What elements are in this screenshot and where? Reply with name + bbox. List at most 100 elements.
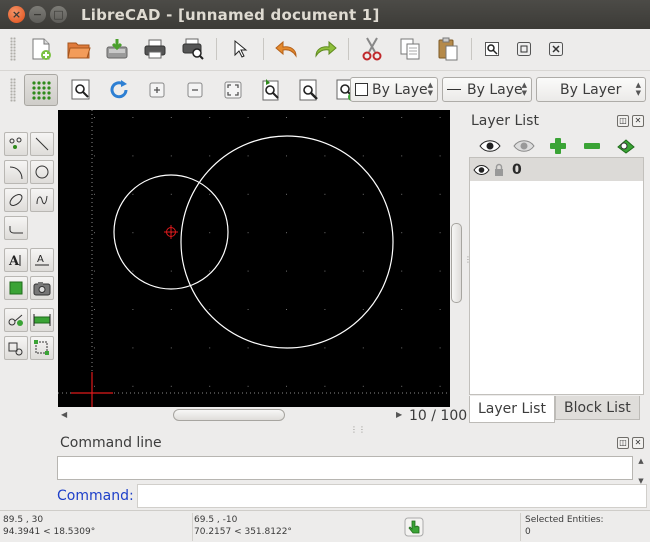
zoom-out-icon bbox=[187, 82, 203, 97]
hatch-tool-button[interactable] bbox=[4, 276, 28, 300]
scroll-left-icon[interactable]: ◀ bbox=[61, 410, 67, 419]
dock-float-button[interactable]: ◫ bbox=[617, 115, 629, 127]
horizontal-scroll-thumb[interactable] bbox=[173, 409, 285, 421]
layer-edit-icon bbox=[616, 139, 635, 154]
redo-icon bbox=[315, 40, 337, 58]
pointer-icon bbox=[234, 39, 248, 58]
status-separator bbox=[192, 513, 193, 541]
select-tool-button[interactable] bbox=[30, 336, 54, 360]
toolbar-separator bbox=[216, 38, 217, 60]
dock-close-button[interactable]: ✕ bbox=[632, 115, 644, 127]
new-file-button[interactable] bbox=[28, 36, 54, 62]
circle-tool-button[interactable] bbox=[30, 160, 54, 184]
toolbar-grip[interactable] bbox=[10, 37, 16, 61]
splitter-handle[interactable]: ⋮⋮ bbox=[350, 425, 366, 434]
tab-layer-list[interactable]: Layer List bbox=[469, 396, 555, 423]
add-layer-button[interactable] bbox=[546, 135, 569, 157]
print-preview-button[interactable] bbox=[180, 36, 206, 62]
vertical-scroll-thumb[interactable] bbox=[451, 223, 462, 303]
redraw-button[interactable] bbox=[106, 77, 132, 103]
window-close-button[interactable]: × bbox=[8, 6, 25, 23]
cut-button[interactable] bbox=[359, 36, 385, 62]
print-button[interactable] bbox=[142, 36, 168, 62]
paste-button[interactable] bbox=[435, 36, 461, 62]
zoom-selection-button[interactable] bbox=[296, 77, 322, 103]
tab-block-list[interactable]: Block List bbox=[554, 396, 640, 420]
toolbar-separator bbox=[263, 38, 264, 60]
open-file-button[interactable] bbox=[66, 36, 92, 62]
zoom-window-small-button[interactable] bbox=[479, 36, 505, 62]
relative-polar-value: 70.2157 < 351.8122° bbox=[194, 527, 292, 537]
spline-tool-button[interactable] bbox=[30, 188, 54, 212]
line-type-swatch bbox=[447, 89, 461, 90]
measure-icon bbox=[33, 314, 51, 326]
command-history[interactable] bbox=[57, 456, 633, 480]
window-restore-button[interactable] bbox=[511, 36, 537, 62]
command-history-scroll-icon[interactable]: ▲ ▼ bbox=[635, 456, 647, 485]
relative-coordinates: 69.5 , -10 70.2157 < 351.8122° bbox=[194, 514, 292, 538]
window-title: LibreCAD - [unnamed document 1] bbox=[81, 5, 380, 24]
copy-button[interactable] bbox=[397, 36, 423, 62]
dock-tabs: Layer List Block List bbox=[469, 396, 640, 423]
block-tool-button[interactable] bbox=[4, 336, 28, 360]
window-minimize-button[interactable]: − bbox=[29, 6, 46, 23]
dock-float-button[interactable]: ◫ bbox=[617, 437, 629, 449]
svg-text:A: A bbox=[37, 254, 44, 265]
drawing-canvas[interactable] bbox=[58, 110, 462, 407]
select-pointer-button[interactable] bbox=[227, 36, 253, 62]
restore-icon bbox=[517, 42, 531, 56]
magnifier-icon bbox=[485, 42, 499, 56]
layer-lock-icon[interactable] bbox=[493, 163, 505, 177]
dimension-icon: A bbox=[35, 254, 49, 266]
relative-coordinate-value: 69.5 , -10 bbox=[194, 515, 238, 525]
window-maximize-button[interactable]: □ bbox=[50, 6, 67, 23]
command-input[interactable] bbox=[137, 484, 647, 508]
polyline-tool-button[interactable] bbox=[4, 216, 28, 240]
dock-close-button[interactable]: ✕ bbox=[632, 437, 644, 449]
splitter-handle-vertical[interactable]: ⋮ bbox=[464, 255, 472, 264]
remove-layer-button[interactable] bbox=[580, 135, 603, 157]
zoom-in-button[interactable] bbox=[144, 77, 170, 103]
line-type-combo[interactable]: By Laye ▲ ▼ bbox=[442, 77, 532, 102]
line-icon bbox=[35, 137, 49, 151]
line-tool-button[interactable] bbox=[30, 132, 54, 156]
scissors-icon bbox=[362, 37, 382, 61]
points-tool-button[interactable] bbox=[4, 132, 28, 156]
drawing-svg bbox=[58, 110, 462, 407]
zoom-window-button[interactable] bbox=[68, 77, 94, 103]
zoom-out-button[interactable] bbox=[182, 77, 208, 103]
toolbar-grip[interactable] bbox=[10, 77, 16, 102]
line-width-combo[interactable]: By Layer ▲ ▼ bbox=[536, 77, 646, 102]
zoom-auto-button[interactable] bbox=[220, 77, 246, 103]
save-file-button[interactable] bbox=[104, 36, 130, 62]
mouse-button-icon bbox=[404, 517, 424, 540]
layer-name: 0 bbox=[512, 161, 522, 178]
horizontal-scrollbar[interactable]: ◀ ▶ bbox=[58, 407, 408, 423]
show-all-layers-button[interactable] bbox=[478, 135, 501, 157]
grid-points bbox=[58, 110, 462, 407]
layer-row[interactable]: 0 bbox=[470, 158, 643, 181]
undo-button[interactable] bbox=[274, 36, 300, 62]
zoom-previous-button[interactable] bbox=[258, 77, 284, 103]
toggle-grid-button[interactable] bbox=[24, 73, 58, 106]
image-tool-button[interactable] bbox=[30, 276, 54, 300]
modify-tool-button[interactable] bbox=[4, 308, 28, 332]
ellipse-tool-button[interactable] bbox=[4, 188, 28, 212]
dimension-tool-button[interactable]: A bbox=[30, 248, 54, 272]
window-close-child-button[interactable] bbox=[543, 36, 569, 62]
arc-tool-button[interactable] bbox=[4, 160, 28, 184]
toolbar-separator bbox=[348, 38, 349, 60]
text-tool-button[interactable]: A bbox=[4, 248, 28, 272]
vertical-scrollbar[interactable] bbox=[450, 110, 463, 407]
save-icon bbox=[106, 39, 128, 59]
redo-button[interactable] bbox=[312, 36, 338, 62]
absolute-polar-value: 94.3941 < 18.5309° bbox=[3, 527, 96, 537]
edit-layer-button[interactable] bbox=[614, 135, 637, 157]
scroll-right-icon[interactable]: ▶ bbox=[396, 410, 402, 419]
measure-tool-button[interactable] bbox=[30, 308, 54, 332]
plus-icon bbox=[549, 138, 566, 154]
pen-color-combo[interactable]: By Laye ▲ ▼ bbox=[350, 77, 438, 102]
layer-visible-icon[interactable] bbox=[473, 164, 490, 176]
hide-all-layers-button[interactable] bbox=[512, 135, 535, 157]
grid-icon bbox=[32, 80, 51, 100]
